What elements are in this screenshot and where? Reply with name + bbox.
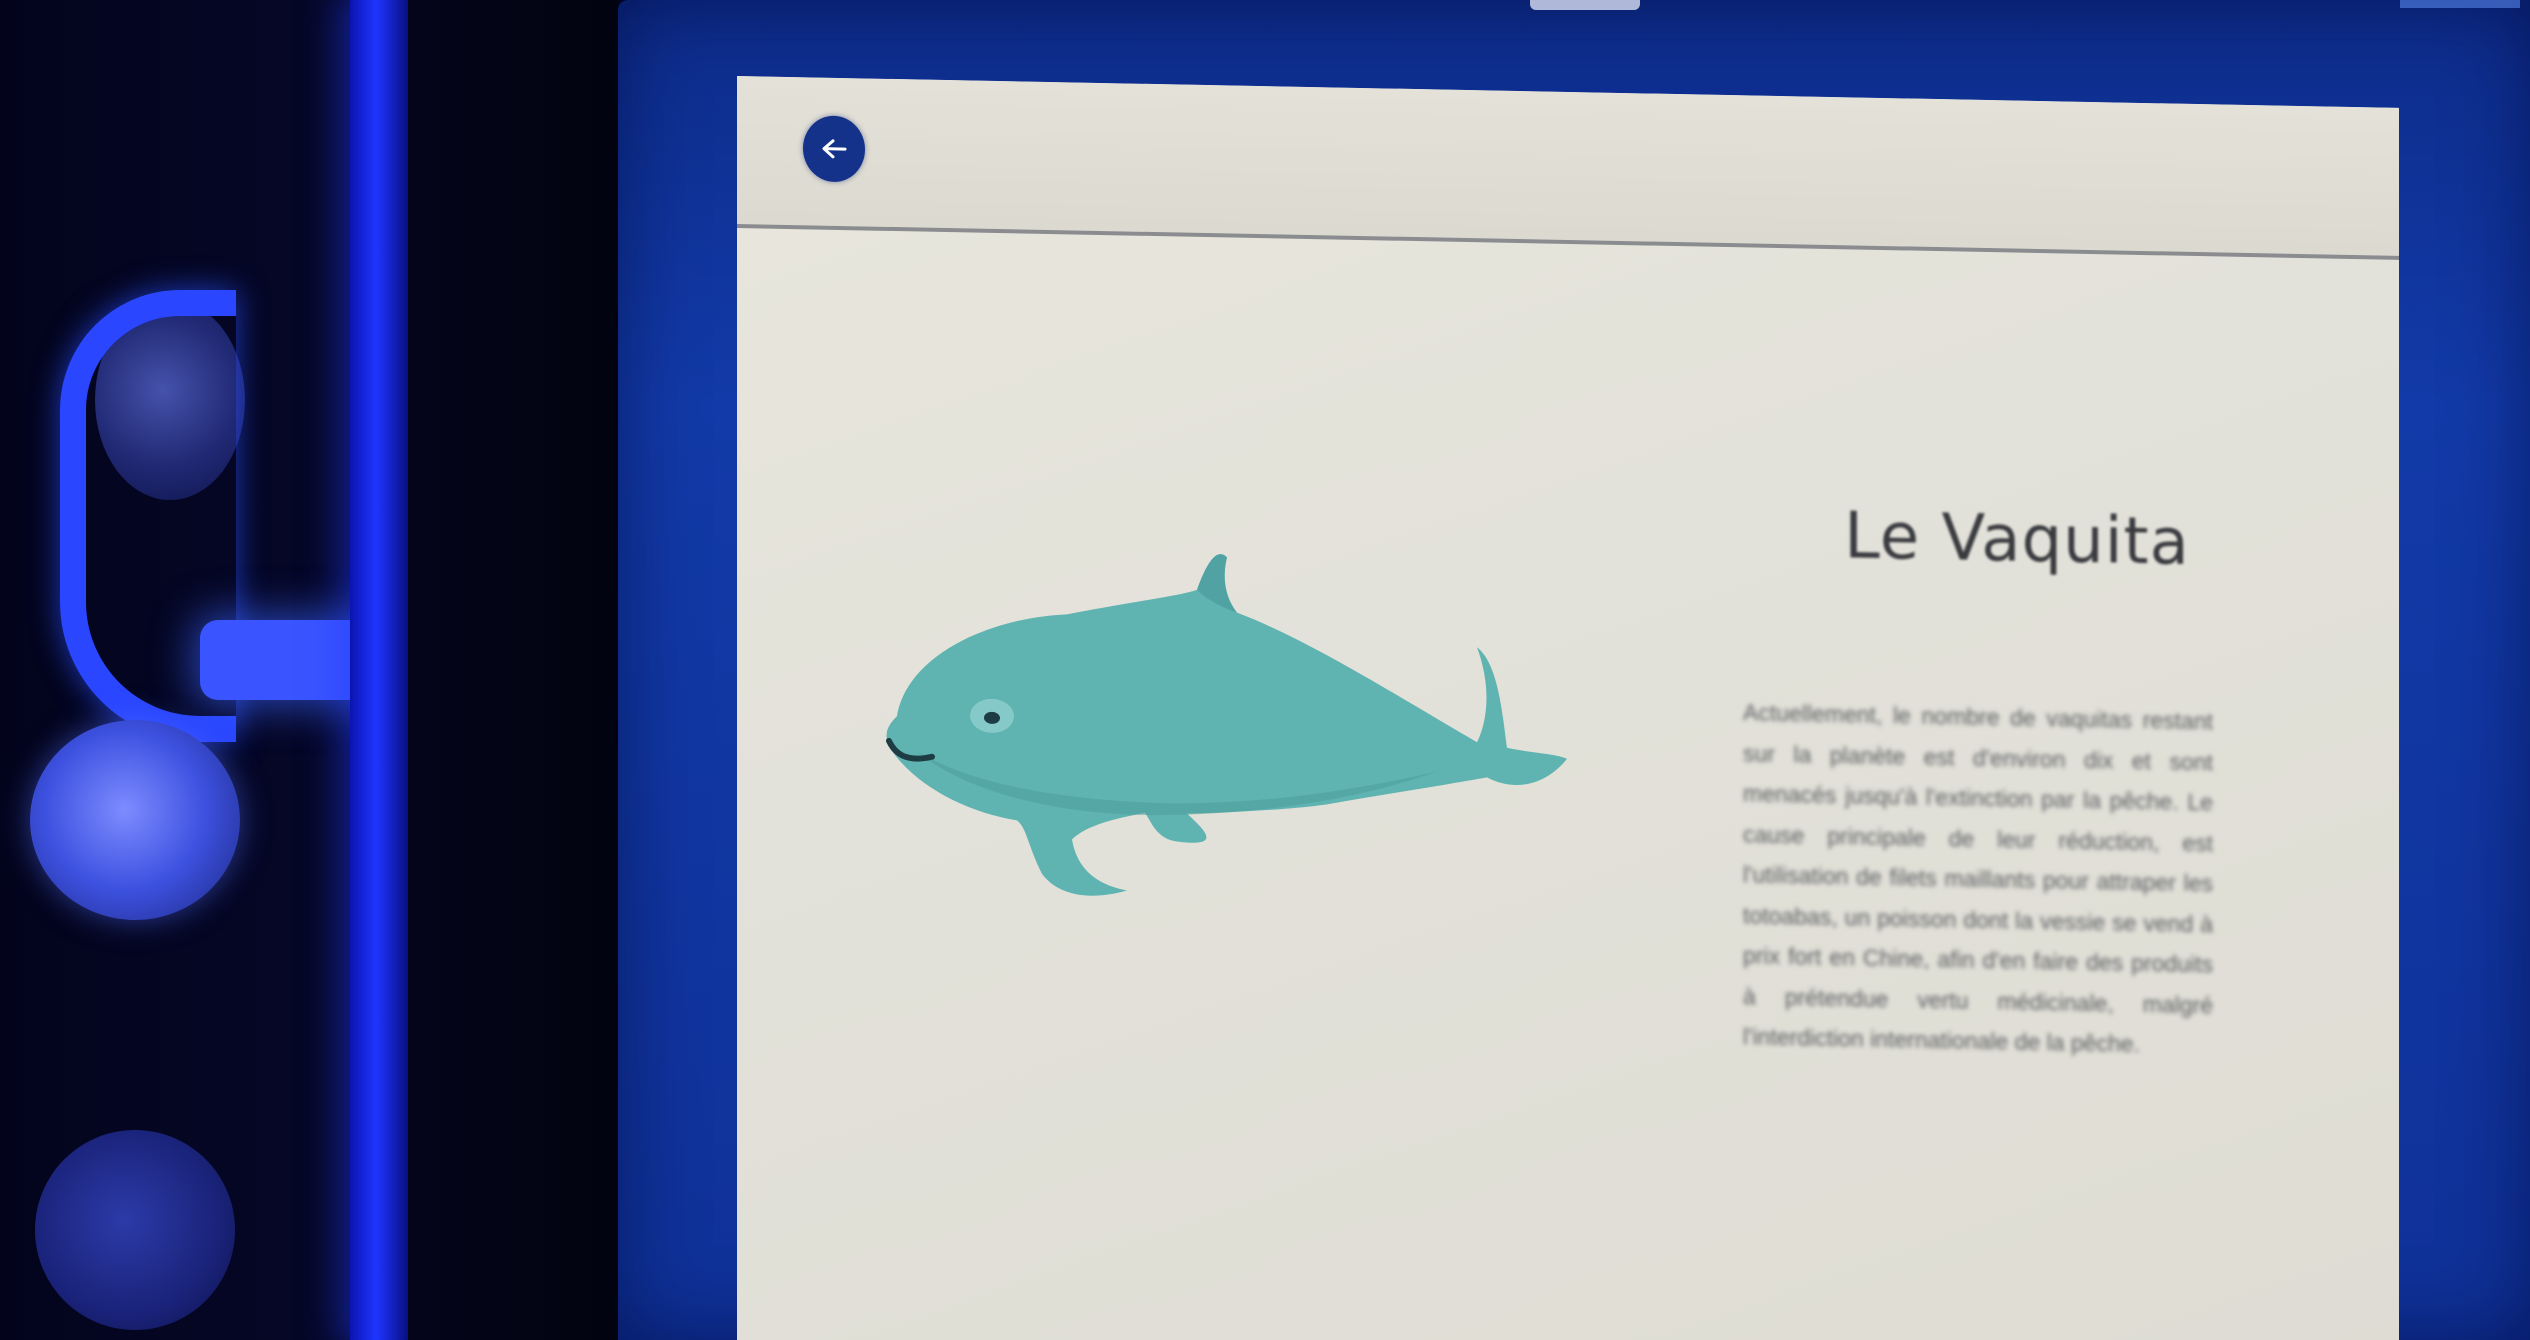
article-body: Actuellement, le nombre de vaquitas rest… [1743,699,2213,1057]
photo-stage: Le Vaquita Actuellement, le nombre de va… [0,0,2530,1340]
article-title: Le Vaquita [1844,499,2190,580]
frame-highlight [1530,0,1640,10]
back-button[interactable] [803,115,865,183]
bezel-gap [408,0,623,1340]
lower-knob [35,1130,235,1330]
neon-light-bar [350,0,408,1340]
article-content: Le Vaquita Actuellement, le nombre de va… [737,228,2399,1340]
middle-knob [30,720,240,920]
frame-highlight-right [2400,0,2520,8]
tablet-screen: Le Vaquita Actuellement, le nombre de va… [737,76,2399,1340]
vaquita-porpoise-illustration [886,554,1567,896]
back-arrow-icon [822,139,847,159]
